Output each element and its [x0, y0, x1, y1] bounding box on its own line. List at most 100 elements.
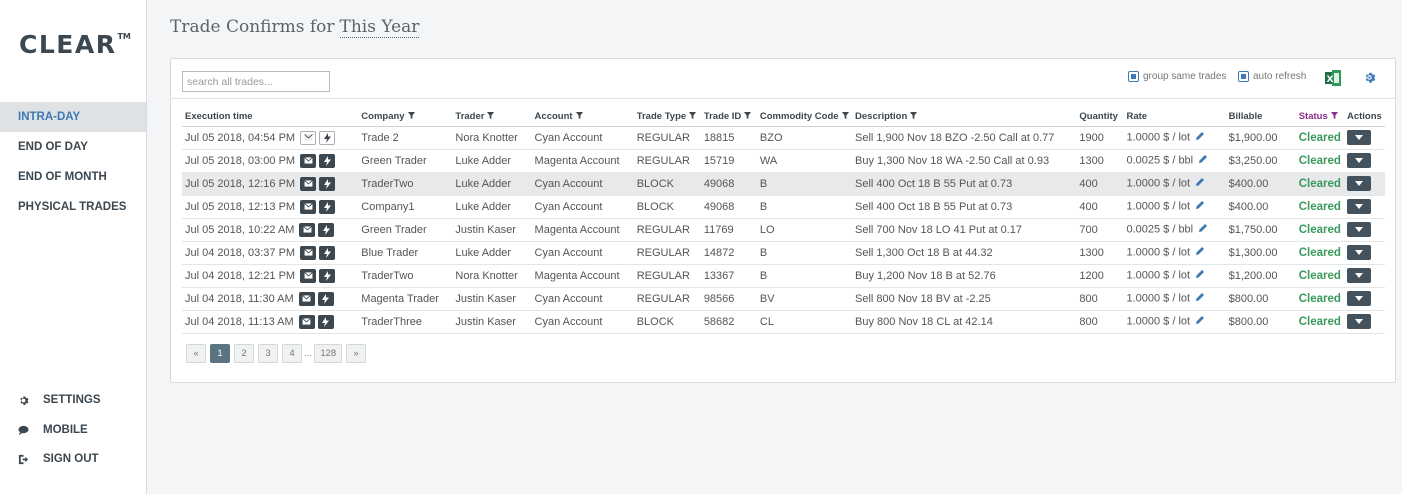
column-header-rate[interactable]: Rate — [1123, 107, 1226, 127]
actions-cell — [1343, 241, 1385, 265]
nav-item-end-of-day[interactable]: END OF DAY — [0, 132, 146, 162]
actions-dropdown-button[interactable] — [1346, 199, 1371, 214]
filter-icon[interactable] — [910, 111, 918, 122]
execution-time-cell: Jul 04 2018, 11:13 AM — [182, 310, 359, 334]
envelope-icon[interactable] — [299, 222, 316, 237]
lightning-icon[interactable] — [319, 130, 336, 145]
search-input[interactable] — [182, 71, 330, 92]
actions-dropdown-button[interactable] — [1346, 222, 1371, 237]
table-row[interactable]: Jul 04 2018, 03:37 PM Blue Trader Luke Add… — [182, 241, 1385, 265]
table-row[interactable]: Jul 04 2018, 12:21 PM TraderTwo Nora Knott… — [182, 264, 1385, 288]
column-header-account[interactable]: Account — [531, 107, 634, 127]
lightning-icon[interactable] — [318, 222, 335, 237]
nav-item-physical-trades[interactable]: PHYSICAL TRADES — [0, 192, 146, 222]
nav-item-label: SETTINGS — [43, 394, 101, 406]
pencil-icon[interactable] — [1195, 132, 1205, 144]
envelope-icon[interactable] — [300, 245, 317, 260]
envelope-icon[interactable] — [298, 314, 315, 329]
nav-item-mobile[interactable]: MOBILE — [0, 416, 146, 446]
table-row[interactable]: Jul 05 2018, 10:22 AM Green Trader Justin … — [182, 218, 1385, 242]
pencil-icon[interactable] — [1195, 178, 1205, 190]
actions-dropdown-button[interactable] — [1346, 291, 1371, 306]
execution-time: Jul 04 2018, 03:37 PM — [185, 246, 296, 259]
pagination-prev-button[interactable]: « — [186, 344, 206, 363]
actions-dropdown-button[interactable] — [1346, 245, 1371, 260]
table-row[interactable]: Jul 05 2018, 04:54 PM Trade 2 Nora Knotter… — [182, 126, 1385, 150]
quantity-cell: 1200 — [1076, 264, 1124, 288]
filter-icon[interactable] — [407, 111, 415, 122]
envelope-icon[interactable] — [300, 130, 317, 145]
column-header-billable[interactable]: Billable — [1225, 107, 1296, 127]
group-same-trades-checkbox[interactable] — [1128, 71, 1139, 82]
pencil-icon[interactable] — [1195, 293, 1205, 305]
column-header-execution-time[interactable]: Execution time — [182, 107, 359, 127]
envelope-icon[interactable] — [300, 176, 317, 191]
actions-dropdown-button[interactable] — [1346, 153, 1371, 168]
column-header-status[interactable]: Status — [1295, 107, 1344, 127]
brand-logo[interactable]: CLEARTM — [19, 30, 131, 59]
pencil-icon[interactable] — [1198, 155, 1208, 167]
table-row[interactable]: Jul 04 2018, 11:30 AM Magenta Trader Justi… — [182, 287, 1385, 311]
nav-item-intra-day[interactable]: INTRA-DAY — [0, 102, 146, 132]
lightning-icon[interactable] — [319, 176, 336, 191]
table-row[interactable]: Jul 05 2018, 12:16 PM TraderTwo Luke Adder… — [182, 172, 1385, 196]
trader-cell: Luke Adder — [452, 241, 532, 265]
pagination-page-3[interactable]: 3 — [258, 344, 278, 363]
pagination-page-2[interactable]: 2 — [234, 344, 254, 363]
actions-dropdown-button[interactable] — [1346, 268, 1371, 283]
lightning-icon[interactable] — [317, 314, 334, 329]
lightning-icon[interactable] — [317, 291, 334, 306]
lightning-icon[interactable] — [319, 245, 336, 260]
pencil-icon[interactable] — [1198, 224, 1208, 236]
pencil-icon[interactable] — [1195, 316, 1205, 328]
envelope-icon[interactable] — [300, 268, 317, 283]
column-header-description[interactable]: Description — [852, 107, 1077, 127]
auto-refresh-checkbox[interactable] — [1238, 71, 1249, 82]
table-row[interactable]: Jul 04 2018, 11:13 AM TraderThree Justin K… — [182, 310, 1385, 334]
nav-item-settings[interactable]: SETTINGS — [0, 386, 146, 416]
envelope-icon[interactable] — [300, 153, 317, 168]
column-header-company[interactable]: Company — [358, 107, 453, 127]
column-header-trade-type[interactable]: Trade Type — [633, 107, 701, 127]
filter-icon[interactable] — [841, 111, 849, 122]
period-selector[interactable]: This Year — [339, 17, 420, 38]
pagination-page-1[interactable]: 1 — [210, 344, 230, 363]
auto-refresh-toggle[interactable]: auto refresh — [1238, 71, 1306, 82]
nav-item-end-of-month[interactable]: END OF MONTH — [0, 162, 146, 192]
nav-item-sign-out[interactable]: SIGN OUT — [0, 445, 146, 475]
actions-dropdown-button[interactable] — [1346, 176, 1371, 191]
gear-icon[interactable] — [1363, 71, 1376, 89]
column-header-commodity-code[interactable]: Commodity Code — [756, 107, 853, 127]
filter-icon[interactable] — [1330, 111, 1338, 122]
actions-dropdown-button[interactable] — [1346, 314, 1371, 329]
execution-time: Jul 05 2018, 10:22 AM — [185, 223, 295, 236]
lightning-icon[interactable] — [319, 268, 336, 283]
pencil-icon[interactable] — [1195, 201, 1205, 213]
pencil-icon[interactable] — [1195, 270, 1205, 282]
chevron-down-icon — [1354, 204, 1363, 209]
table-row[interactable]: Jul 05 2018, 12:13 PM Company1 Luke Adder C… — [182, 195, 1385, 219]
excel-icon[interactable]: X — [1325, 70, 1341, 91]
pagination-page-4[interactable]: 4 — [282, 344, 302, 363]
pencil-icon[interactable] — [1195, 247, 1205, 259]
actions-dropdown-button[interactable] — [1346, 130, 1371, 145]
pagination-next-button[interactable]: » — [346, 344, 367, 363]
column-header-trader[interactable]: Trader — [452, 107, 532, 127]
billable-cell: $400.00 — [1225, 172, 1296, 196]
column-header-quantity[interactable]: Quantity — [1076, 107, 1124, 127]
filter-icon[interactable] — [575, 111, 583, 122]
account-cell: Cyan Account — [531, 287, 634, 311]
column-header-actions[interactable]: Actions — [1343, 107, 1385, 127]
column-header-trade-id[interactable]: Trade ID — [700, 107, 757, 127]
filter-icon[interactable] — [689, 111, 697, 122]
envelope-icon[interactable] — [298, 291, 315, 306]
envelope-icon[interactable] — [300, 199, 317, 214]
table-row[interactable]: Jul 05 2018, 03:00 PM Green Trader Luke Ad… — [182, 149, 1385, 173]
group-same-trades-toggle[interactable]: group same trades — [1128, 71, 1226, 82]
lightning-icon[interactable] — [319, 153, 336, 168]
pagination-page-128[interactable]: 128 — [314, 344, 343, 363]
lightning-icon[interactable] — [319, 199, 336, 214]
filter-icon[interactable] — [744, 111, 752, 122]
filter-icon[interactable] — [487, 111, 495, 122]
rate-cell: 1.0000 $ / lot — [1123, 241, 1226, 265]
